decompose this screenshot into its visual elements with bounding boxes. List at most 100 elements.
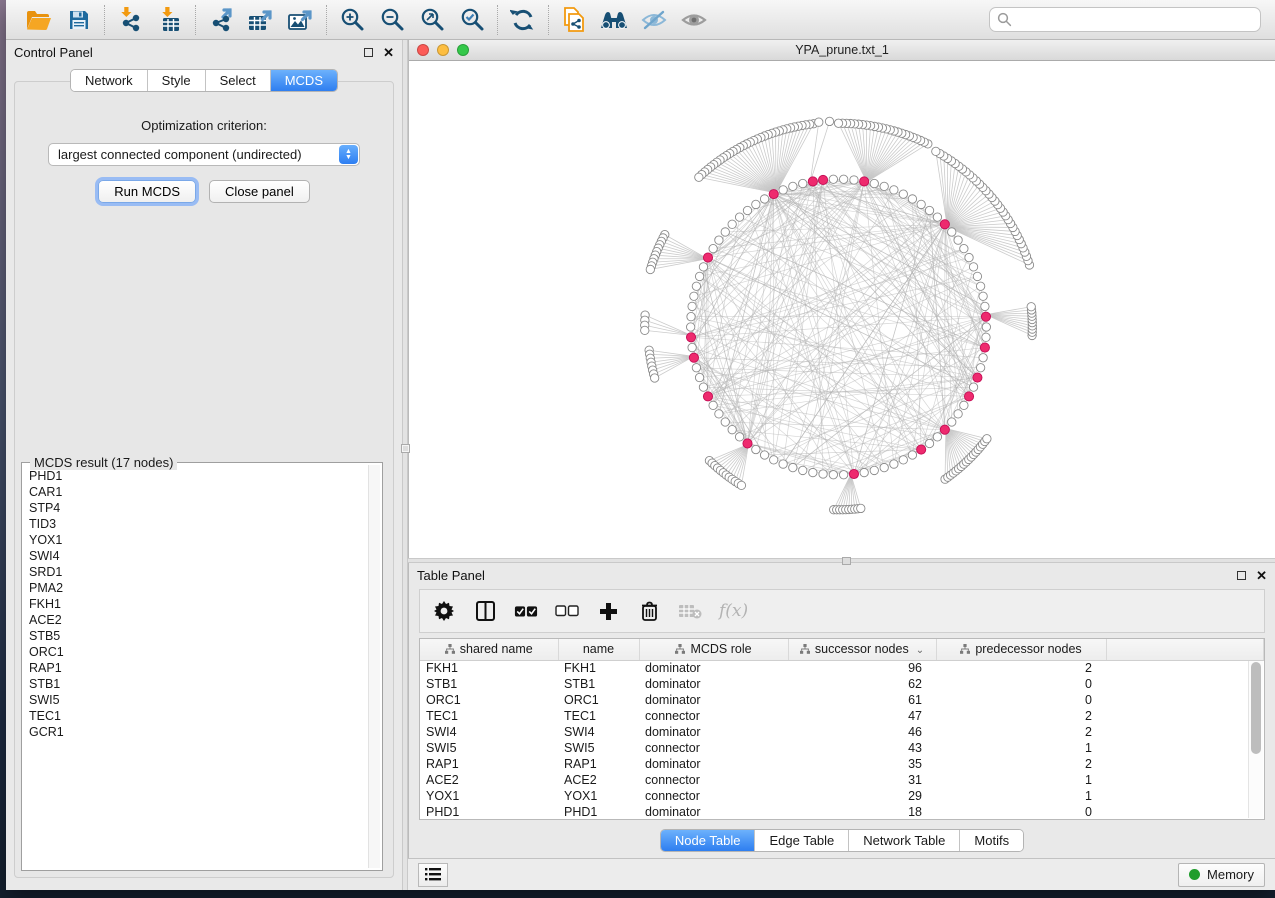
graph-node[interactable] xyxy=(728,425,736,433)
list-item[interactable]: CAR1 xyxy=(29,484,367,500)
graph-node[interactable] xyxy=(770,456,778,464)
table-row[interactable]: SWI4SWI4dominator462 xyxy=(420,724,1264,740)
table-close-panel-icon[interactable]: ✕ xyxy=(1256,571,1267,580)
horizontal-splitter[interactable] xyxy=(408,558,1275,563)
import-table-icon[interactable] xyxy=(155,5,185,35)
graph-node[interactable] xyxy=(925,439,933,447)
graph-node[interactable] xyxy=(933,213,941,221)
graph-node[interactable] xyxy=(699,263,707,271)
table-row[interactable]: RAP1RAP1dominator352 xyxy=(420,756,1264,772)
mcds-result-list[interactable]: PHD1CAR1STP4TID3YOX1SWI4SRD1PMA2FKH1ACE2… xyxy=(24,465,367,868)
list-item[interactable]: PHD1 xyxy=(29,468,367,484)
graph-node[interactable] xyxy=(960,401,968,409)
list-item[interactable]: RAP1 xyxy=(29,660,367,676)
graph-hub-node[interactable] xyxy=(689,353,698,362)
add-icon[interactable] xyxy=(596,599,620,623)
list-item[interactable]: GCR1 xyxy=(29,724,367,740)
graph-hub-node[interactable] xyxy=(940,425,949,434)
graph-node[interactable] xyxy=(925,206,933,214)
zoom-in-icon[interactable] xyxy=(337,5,367,35)
graph-node[interactable] xyxy=(981,302,989,310)
graph-hub-node[interactable] xyxy=(940,220,949,229)
graph-node[interactable] xyxy=(699,383,707,391)
graph-node[interactable] xyxy=(899,190,907,198)
graph-node[interactable] xyxy=(815,118,823,126)
graph-node[interactable] xyxy=(857,504,865,512)
graph-node[interactable] xyxy=(839,471,847,479)
graph-node[interactable] xyxy=(686,323,694,331)
graph-node[interactable] xyxy=(760,195,768,203)
list-item[interactable]: STB1 xyxy=(29,676,367,692)
memory-button[interactable]: Memory xyxy=(1178,863,1265,887)
table-tab-motifs[interactable]: Motifs xyxy=(959,830,1023,851)
list-item[interactable]: SWI5 xyxy=(29,692,367,708)
zoom-selected-icon[interactable] xyxy=(457,5,487,35)
graph-node[interactable] xyxy=(825,117,833,125)
graph-node[interactable] xyxy=(695,272,703,280)
graph-node[interactable] xyxy=(973,272,981,280)
search-input[interactable] xyxy=(989,7,1261,32)
graph-node[interactable] xyxy=(839,175,847,183)
graph-node[interactable] xyxy=(983,435,991,443)
graph-hub-node[interactable] xyxy=(769,190,778,199)
graph-node[interactable] xyxy=(948,418,956,426)
graph-node[interactable] xyxy=(870,179,878,187)
tab-network[interactable]: Network xyxy=(71,70,147,91)
table-row[interactable]: ACE2ACE2connector311 xyxy=(420,772,1264,788)
graph-node[interactable] xyxy=(890,186,898,194)
table-row[interactable]: ORC1ORC1dominator610 xyxy=(420,692,1264,708)
graph-node[interactable] xyxy=(799,466,807,474)
graph-node[interactable] xyxy=(965,253,973,261)
graph-node[interactable] xyxy=(954,410,962,418)
graph-node[interactable] xyxy=(948,228,956,236)
graph-node[interactable] xyxy=(779,186,787,194)
close-panel-icon[interactable]: ✕ xyxy=(383,48,394,57)
list-item[interactable]: FKH1 xyxy=(29,596,367,612)
table-scrollbar[interactable] xyxy=(1248,661,1263,818)
run-mcds-button[interactable]: Run MCDS xyxy=(98,180,196,203)
list-item[interactable]: TEC1 xyxy=(29,708,367,724)
graph-node[interactable] xyxy=(799,179,807,187)
mcds-list-scrollbar[interactable] xyxy=(368,465,380,868)
graph-hub-node[interactable] xyxy=(917,445,926,454)
column-header-MCDS-role[interactable]: MCDS role xyxy=(639,639,788,660)
tab-select[interactable]: Select xyxy=(205,70,270,91)
graph-node[interactable] xyxy=(850,176,858,184)
show-columns-icon[interactable] xyxy=(473,599,497,623)
graph-hub-node[interactable] xyxy=(818,175,827,184)
graph-node[interactable] xyxy=(735,213,743,221)
list-item[interactable]: TID3 xyxy=(29,516,367,532)
table-row[interactable]: STB1STB1dominator620 xyxy=(420,676,1264,692)
close-panel-button[interactable]: Close panel xyxy=(209,180,310,203)
first-neighbors-icon[interactable] xyxy=(599,5,629,35)
graph-hub-node[interactable] xyxy=(808,177,817,186)
list-item[interactable]: STB5 xyxy=(29,628,367,644)
graph-node[interactable] xyxy=(976,282,984,290)
graph-node[interactable] xyxy=(721,228,729,236)
open-file-icon[interactable] xyxy=(24,5,54,35)
graph-node[interactable] xyxy=(870,466,878,474)
column-header-successor-nodes[interactable]: successor nodes⌄ xyxy=(788,639,936,660)
tab-style[interactable]: Style xyxy=(147,70,205,91)
graph-node[interactable] xyxy=(899,456,907,464)
table-row[interactable]: FKH1FKH1dominator962 xyxy=(420,660,1264,676)
graph-node[interactable] xyxy=(650,374,658,382)
graph-node[interactable] xyxy=(752,200,760,208)
graph-node[interactable] xyxy=(735,433,743,441)
graph-node[interactable] xyxy=(1027,303,1035,311)
list-item[interactable]: ACE2 xyxy=(29,612,367,628)
graph-node[interactable] xyxy=(695,373,703,381)
graph-node[interactable] xyxy=(760,451,768,459)
graph-node[interactable] xyxy=(692,282,700,290)
column-header-shared-name[interactable]: shared name xyxy=(420,639,558,660)
graph-node[interactable] xyxy=(695,173,703,181)
deselect-all-icon[interactable] xyxy=(555,599,579,623)
graph-node[interactable] xyxy=(969,383,977,391)
new-network-from-selection-icon[interactable] xyxy=(559,5,589,35)
graph-node[interactable] xyxy=(908,195,916,203)
graph-node[interactable] xyxy=(917,200,925,208)
graph-node[interactable] xyxy=(982,333,990,341)
graph-node[interactable] xyxy=(641,326,649,334)
graph-hub-node[interactable] xyxy=(703,392,712,401)
save-session-icon[interactable] xyxy=(64,5,94,35)
